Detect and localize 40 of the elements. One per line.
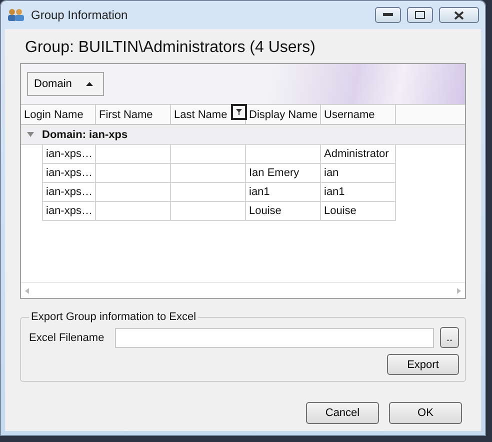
table-cell: Ian Emery [246,164,321,183]
window-title: Group Information [31,8,129,22]
table-cell: ian-xps… [42,164,96,183]
column-header[interactable]: Username [321,105,396,124]
filter-icon[interactable] [231,104,247,120]
group-heading: Group: BUILTIN\Administrators (4 Users) [25,39,316,57]
scroll-right-icon[interactable] [457,288,461,294]
field-label: Excel Filename [29,332,106,344]
cancel-button[interactable]: Cancel [306,402,379,424]
group-row[interactable]: Domain: ian-xps [21,125,465,145]
table-cell: Administrator [321,145,396,164]
table-cell: ian1 [246,183,321,202]
minimize-button[interactable] [375,7,401,23]
table-cell: Louise [246,202,321,221]
column-header[interactable]: Login Name [21,105,96,124]
ok-button[interactable]: OK [389,402,462,424]
table-cell: ian-xps… [42,145,96,164]
users-icon [7,8,25,22]
table-cell: ian [321,164,396,183]
group-by-button[interactable]: Domain [27,72,104,96]
group-label: Domain: ian-xps [42,128,128,140]
maximize-icon [415,11,425,19]
maximize-button[interactable] [407,7,433,23]
column-header[interactable]: Display Name [246,105,321,124]
filename-field[interactable] [115,328,434,348]
sort-arrow-icon [86,82,93,86]
close-icon [454,10,464,20]
close-button[interactable] [439,7,479,23]
table-cell: ian1 [321,183,396,202]
table-cell: ian-xps… [42,183,96,202]
export-button[interactable]: Export [387,354,459,375]
table-cell: Louise [321,202,396,221]
minimize-icon [383,13,393,17]
table-cell: ian-xps… [42,202,96,221]
collapse-icon[interactable] [27,132,34,137]
scroll-left-icon[interactable] [25,288,29,294]
group-box-title: Export Group information to Excel [30,311,198,323]
browse-button[interactable]: .. [440,327,459,348]
column-header[interactable]: First Name [96,105,171,124]
column-header[interactable]: Last Name [171,105,246,124]
